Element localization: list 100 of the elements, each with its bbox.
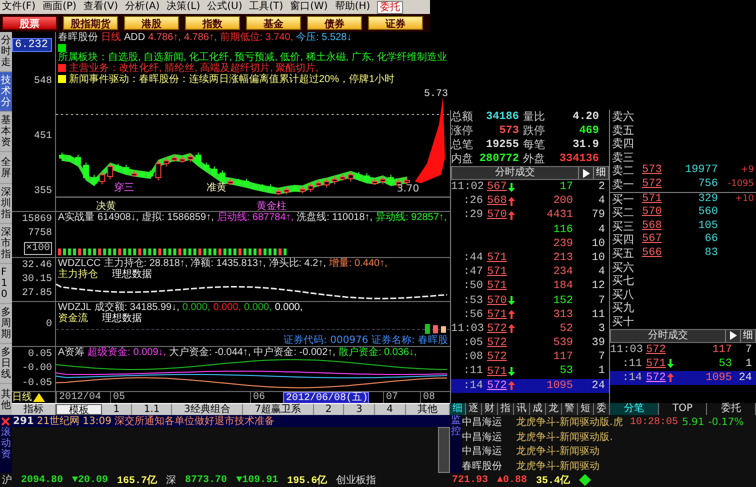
trade-row[interactable]: 239 10 bbox=[451, 236, 609, 251]
market-tab[interactable]: 证券 bbox=[368, 16, 423, 30]
news-side-tab[interactable]: 滚动资 bbox=[0, 427, 12, 473]
trade-row[interactable]: :53 570 152 7 bbox=[451, 294, 609, 308]
candlestick bbox=[83, 162, 90, 181]
index-value: ▲0.88 bbox=[497, 474, 528, 486]
market-tab[interactable]: 债券 bbox=[307, 16, 362, 30]
side-tab[interactable]: 分时走 bbox=[0, 32, 12, 71]
trade-volume: 53 bbox=[718, 356, 732, 371]
trade-row[interactable]: :47 571 234 4 bbox=[451, 265, 609, 280]
indicator-text: 所属板块：自选股, 自选新闻, 化工化纤, 预亏预减, 低价, 稀土永磁, 广东, 化学纤维制造业 bbox=[58, 52, 447, 63]
stat-value: 573 bbox=[498, 124, 520, 138]
axis-label: -0.05 bbox=[22, 378, 52, 390]
stat-label: 外盘 bbox=[523, 152, 546, 166]
scrollbar[interactable] bbox=[438, 427, 450, 473]
order-price: 573 bbox=[642, 164, 663, 178]
close-icon[interactable] bbox=[1, 416, 10, 426]
alert-title: 龙虎争斗-新闻驱动 bbox=[516, 460, 601, 473]
side-tab[interactable]: 其他 bbox=[0, 384, 12, 415]
market-tab[interactable]: 港股 bbox=[124, 16, 179, 30]
order-level: 买五 bbox=[612, 246, 635, 261]
trade-row[interactable]: 11:02 567 17 2 bbox=[451, 180, 609, 194]
market-tab[interactable]: 指数 bbox=[185, 16, 240, 30]
candlestick bbox=[268, 184, 274, 194]
index-value: 165.7亿 bbox=[117, 474, 158, 487]
monitor-tab[interactable]: 监控 bbox=[450, 415, 462, 473]
indicator-text: 0.000, bbox=[182, 302, 210, 313]
side-tab[interactable]: 深市指 bbox=[0, 224, 12, 263]
trade-row[interactable]: :11 571 53 1 bbox=[451, 364, 609, 379]
menu-item[interactable]: 公式(U) bbox=[207, 1, 242, 13]
template-tab[interactable]: 模板 bbox=[56, 404, 102, 415]
trade-count: 11 bbox=[590, 308, 606, 322]
detail-tab[interactable]: 细 bbox=[450, 403, 466, 415]
side-tab[interactable]: 全屏 bbox=[0, 152, 12, 183]
menu-item[interactable]: 文件(F) bbox=[2, 1, 36, 13]
trade-volume: 213 bbox=[552, 250, 573, 266]
candlestick bbox=[99, 172, 106, 185]
order-level: 买八 bbox=[612, 288, 635, 302]
indicator-text: 日线 bbox=[101, 32, 121, 43]
stat-value: 4.20 bbox=[572, 110, 600, 124]
period-label[interactable]: 日线 bbox=[12, 392, 32, 403]
candlestick bbox=[171, 154, 178, 162]
trade-row[interactable]: 11:03 572 52 3 bbox=[451, 322, 609, 336]
stat-label: 总额 bbox=[451, 110, 474, 124]
trade-row[interactable]: :44 571 213 10 bbox=[451, 250, 609, 266]
side-tab[interactable]: 多周期 bbox=[0, 304, 12, 343]
trade-row[interactable]: :26 568 200 4 bbox=[451, 194, 609, 208]
trade-row[interactable]: :56 571 313 11 bbox=[451, 308, 609, 322]
trade-time: :47 bbox=[462, 265, 484, 280]
candlestick bbox=[147, 170, 154, 180]
book-tab[interactable]: 分笔 bbox=[610, 403, 659, 415]
candlestick bbox=[211, 166, 218, 178]
candlestick bbox=[67, 154, 74, 162]
news-headline[interactable]: 深交所通知各单位做好退市技术准备 bbox=[114, 414, 274, 428]
order-level: 卖二 bbox=[612, 164, 635, 178]
axis-label: -0.00 bbox=[22, 363, 52, 374]
trade-row[interactable]: :29 570 4431 79 bbox=[451, 208, 609, 223]
trade-row[interactable]: 11:03 572 117 7 bbox=[610, 342, 756, 357]
side-tab[interactable]: 技术分 bbox=[0, 72, 12, 111]
trade-row[interactable]: :50 571 184 12 bbox=[451, 279, 609, 294]
trade-price: 572 bbox=[487, 336, 507, 350]
menu-item[interactable]: 查看(V) bbox=[83, 1, 118, 13]
side-tab[interactable]: 深圳指 bbox=[0, 184, 12, 223]
trade-row[interactable]: :11 571 53 1 bbox=[610, 356, 756, 371]
side-tab[interactable]: F10 bbox=[0, 264, 12, 303]
trade-volume: 1095 bbox=[704, 370, 732, 386]
market-tab[interactable]: 股指期货 bbox=[63, 16, 118, 30]
market-tab[interactable]: 股票 bbox=[2, 16, 57, 30]
candlestick bbox=[356, 172, 362, 181]
trade-row[interactable]: :14 572 1095 24 bbox=[610, 370, 756, 386]
side-tab[interactable]: 基本资 bbox=[0, 112, 12, 151]
trade-count: 4 bbox=[597, 222, 606, 237]
trade-button[interactable]: 委托 bbox=[377, 0, 404, 14]
detail-button[interactable]: 细 bbox=[593, 167, 608, 179]
trade-time: :14 bbox=[462, 378, 484, 393]
trade-volume: 200 bbox=[552, 194, 573, 208]
trade-row[interactable]: :08 572 117 7 bbox=[451, 350, 609, 364]
menu-item[interactable]: 帮助(H) bbox=[334, 1, 370, 13]
menu-item[interactable]: 工具(T) bbox=[249, 1, 284, 13]
menu-item[interactable]: 决策(L) bbox=[166, 1, 200, 13]
detail-button[interactable]: 细 bbox=[740, 330, 755, 342]
trade-row[interactable]: :05 572 539 39 bbox=[451, 336, 609, 350]
trade-price: 571 bbox=[487, 265, 507, 280]
side-tab[interactable]: 多日线 bbox=[0, 344, 12, 383]
trade-row[interactable]: 116 4 bbox=[451, 222, 609, 237]
market-tab[interactable]: 基金 bbox=[246, 16, 301, 30]
trade-count: 1 bbox=[597, 364, 606, 379]
indicator-text: 增量: 0.440↑, bbox=[329, 258, 388, 269]
order-volume: 329 bbox=[697, 192, 718, 206]
menu-item[interactable]: 画面(P) bbox=[42, 1, 76, 13]
menu-item[interactable]: 分析(A) bbox=[125, 1, 160, 13]
candlestick bbox=[59, 152, 66, 162]
indicator-text: 前期低位: 3.740, bbox=[220, 32, 294, 43]
candlestick bbox=[235, 178, 242, 186]
indicator-text: 理想数据 bbox=[102, 313, 142, 324]
trade-row[interactable]: :14 572 1095 24 bbox=[451, 378, 609, 393]
order-level: 买七 bbox=[612, 274, 635, 288]
alert-price: 5.91 bbox=[682, 416, 704, 428]
trade-count: 4 bbox=[597, 265, 606, 280]
menu-item[interactable]: 窗口(W) bbox=[290, 1, 328, 13]
